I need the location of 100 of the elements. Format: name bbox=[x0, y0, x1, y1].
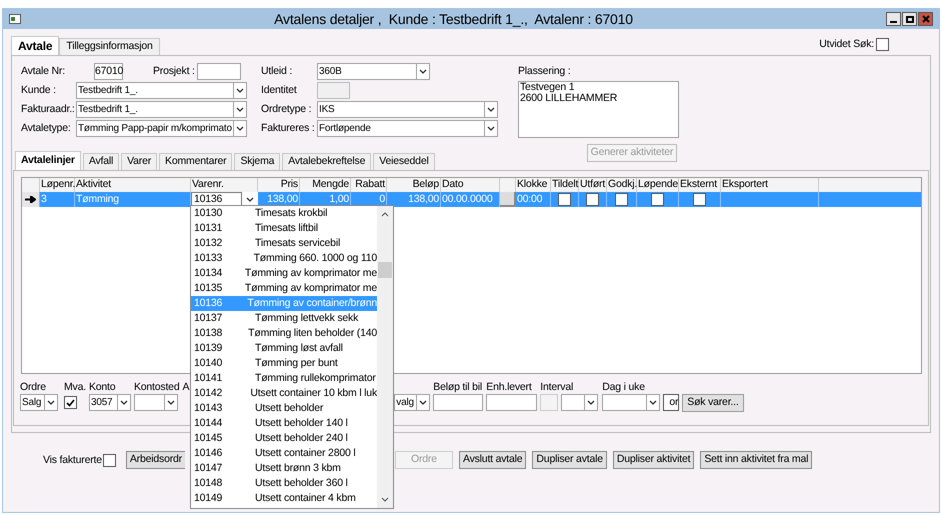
dropdown-item[interactable]: 10140 Tømming per bunt bbox=[191, 356, 377, 371]
chevron-down-icon bbox=[47, 400, 55, 405]
dropdown-field[interactable]: IKS bbox=[317, 101, 498, 118]
field-label: Interval bbox=[540, 381, 574, 394]
table-cell: 00:00 bbox=[516, 192, 551, 207]
dropdown-item[interactable]: 10146 Utsett container 2800 l bbox=[191, 446, 377, 461]
dropdown-item[interactable]: 10147 Utsett brønn 3 kbm bbox=[191, 461, 377, 476]
dropdown-item[interactable]: 10139 Tømming løst avfall bbox=[191, 341, 377, 356]
dropdown-field[interactable]: Testbedrift 1_. bbox=[76, 82, 247, 99]
dropdown-item[interactable]: 10133 Tømming 660. 1000 og 110 bbox=[191, 251, 377, 266]
address-line: Testvegen 1 bbox=[520, 82, 576, 93]
dropdown-item[interactable]: 10131 Timesats liftbil bbox=[191, 221, 377, 236]
dropdown-item[interactable]: 10135 Tømming av komprimator me bbox=[191, 281, 377, 296]
project-field[interactable] bbox=[196, 63, 241, 80]
dropdown-field[interactable]: Salg bbox=[20, 394, 58, 411]
dropdown-field[interactable]: Tømming Papp-papir m/komprimato bbox=[76, 120, 247, 137]
units-field[interactable] bbox=[486, 394, 538, 411]
dropdown-item[interactable]: 10144 Utsett beholder 140 l bbox=[191, 416, 377, 431]
chevron-down-icon bbox=[419, 400, 428, 405]
vat-checkbox[interactable] bbox=[64, 396, 77, 409]
chevron-down-icon bbox=[487, 107, 495, 112]
action-button[interactable]: Dupliser aktivitet bbox=[612, 451, 694, 469]
dropdown-item[interactable]: 10130 Timesats krokbil bbox=[191, 206, 377, 221]
tab[interactable]: Veieseddel bbox=[373, 153, 435, 170]
field-label: A bbox=[182, 381, 190, 394]
tab[interactable]: Avfall bbox=[82, 153, 120, 170]
maximize-icon bbox=[906, 16, 914, 22]
field-label: Enh.levert bbox=[486, 381, 533, 394]
dropdown-item[interactable]: 10138 Tømming liten beholder (140 bbox=[191, 326, 377, 341]
interval-field[interactable] bbox=[540, 394, 558, 411]
dropdown-item[interactable]: 10148 Utsett beholder 360 l bbox=[191, 476, 377, 491]
dropdown-item[interactable]: 10137 Tømming lettvekk sekk bbox=[191, 311, 377, 326]
field-label: Faktureres : bbox=[261, 122, 316, 135]
field-label: Ordre bbox=[20, 381, 47, 394]
dropdown-item[interactable]: 10134 Tømming av komprimator me bbox=[191, 266, 377, 281]
dropdown-field[interactable]: valg bbox=[394, 394, 430, 411]
dropdown-item[interactable]: 10142 Utsett container 10 kbm l luk bbox=[191, 386, 377, 401]
dropdown-field[interactable] bbox=[602, 394, 660, 411]
checkbox[interactable] bbox=[615, 193, 628, 206]
checkbox[interactable] bbox=[651, 193, 664, 206]
scrollbar[interactable] bbox=[377, 206, 393, 508]
action-button[interactable]: Avslutt avtale bbox=[458, 451, 526, 469]
tab[interactable]: Skjema bbox=[234, 153, 280, 170]
field-label: Dag i uke bbox=[602, 381, 646, 394]
address-line: 2600 LILLEHAMMER bbox=[520, 93, 618, 104]
dropdown-field[interactable]: Testbedrift 1_. bbox=[76, 101, 247, 118]
window-title: Avtalens detaljer , Kunde : Testbedrift 1_., Avtalenr : 67010 bbox=[273, 10, 634, 29]
field-label: Beløp til bil bbox=[433, 381, 484, 394]
close-icon bbox=[922, 15, 930, 23]
show-invoiced-checkbox[interactable] bbox=[102, 454, 116, 466]
field-label: Prosjekt : bbox=[153, 65, 195, 78]
input-field[interactable]: or bbox=[663, 394, 680, 411]
tab[interactable]: Kommentarer bbox=[159, 153, 232, 170]
chevron-down-icon bbox=[236, 107, 244, 112]
close-button[interactable] bbox=[918, 12, 933, 26]
field-label: Plassering : bbox=[518, 65, 572, 78]
dropdown-item[interactable]: 10149 Utsett container 4 kbm bbox=[191, 491, 377, 506]
search-items-button[interactable]: Søk varer... bbox=[682, 394, 744, 412]
checkbox[interactable] bbox=[586, 193, 599, 206]
action-button[interactable]: Dupliser avtale bbox=[532, 451, 607, 469]
chevron-down-icon bbox=[246, 197, 254, 202]
dropdown-item[interactable]: 10132 Timesats servicebil bbox=[191, 236, 377, 251]
field-label: Utleid : bbox=[261, 65, 294, 78]
checkbox[interactable] bbox=[693, 193, 706, 206]
dropdown-item[interactable]: 10143 Utsett beholder bbox=[191, 401, 377, 416]
agreement-number-field[interactable]: 67010 bbox=[94, 63, 123, 80]
field-label: Vis fakturerte bbox=[43, 454, 102, 466]
chevron-down-icon bbox=[236, 88, 244, 93]
dropdown-field[interactable]: Fortløpende bbox=[317, 120, 498, 137]
dropdown-item[interactable]: 10141 Tømming rullekomprimator bbox=[191, 371, 377, 386]
checkbox[interactable] bbox=[558, 193, 571, 206]
amount-field[interactable] bbox=[433, 394, 484, 411]
tab[interactable]: Avtale bbox=[11, 36, 60, 55]
maximize-button[interactable] bbox=[902, 12, 917, 26]
dropdown-field[interactable]: 3057 bbox=[88, 394, 131, 411]
tab[interactable]: Tilleggsinformasjon bbox=[59, 38, 160, 55]
action-button[interactable]: Sett inn aktivitet fra mal bbox=[700, 451, 812, 469]
location-textarea[interactable]: Testvegen 1 2600 LILLEHAMMER bbox=[518, 81, 679, 138]
field-label: Ordretype : bbox=[261, 103, 312, 116]
window-icon bbox=[9, 14, 21, 24]
field-label: Kunde : bbox=[21, 84, 57, 97]
tab[interactable]: Varer bbox=[121, 153, 158, 170]
action-button[interactable]: Arbeidsordr bbox=[126, 451, 185, 469]
dropdown-field[interactable] bbox=[561, 394, 598, 411]
chevron-down-icon bbox=[236, 126, 244, 131]
dropdown-item[interactable]: 10145 Utsett beholder 240 l bbox=[191, 431, 377, 446]
dropdown-field[interactable]: 360B bbox=[317, 63, 430, 80]
scroll-thumb[interactable] bbox=[378, 262, 392, 278]
field-label: Utvidet Søk: bbox=[819, 38, 874, 51]
field-label: Avtale Nr: bbox=[21, 65, 66, 78]
field-label: Konto bbox=[88, 381, 116, 394]
minimize-button[interactable] bbox=[886, 12, 901, 26]
tab[interactable]: Avtalebekreftelse bbox=[282, 153, 372, 170]
tab[interactable]: Avtalelinjer bbox=[15, 151, 81, 170]
chevron-down-icon bbox=[487, 126, 495, 131]
dropdown-field[interactable] bbox=[134, 394, 178, 411]
extended-search-checkbox[interactable] bbox=[876, 38, 889, 51]
table-row[interactable]: 3 Tømming 10136 138,00 1,00 0 138,00 00.00.0000 00:00 bbox=[22, 192, 921, 207]
chevron-down-icon bbox=[419, 69, 427, 74]
grid-cell-button[interactable] bbox=[500, 192, 516, 207]
